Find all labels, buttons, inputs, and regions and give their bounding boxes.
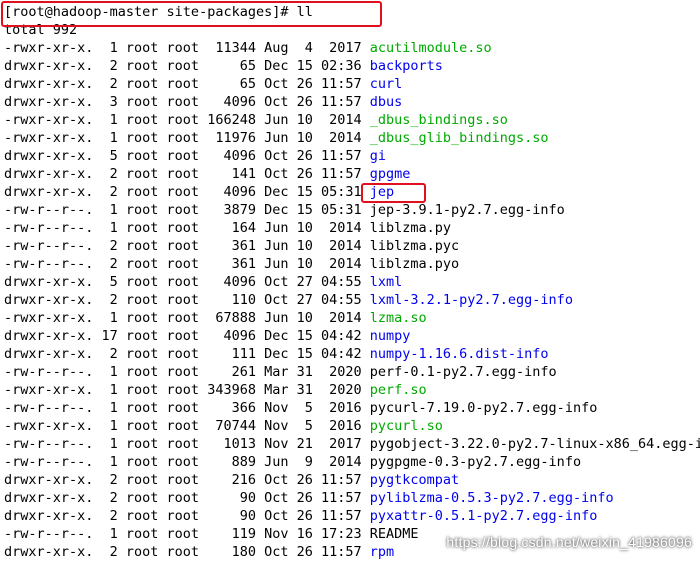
listing-row: -rw-r--r--. 2 root root 361 Jun 10 2014 … [4,255,459,273]
listing-row: -rwxr-xr-x. 1 root root 166248 Jun 10 20… [4,111,508,129]
file-name: _dbus_glib_bindings.so [369,130,549,146]
row-metadata: -rwxr-xr-x. 1 root root 70744 Nov 5 2016 [4,418,370,434]
file-name: jep-3.9.1-py2.7.egg-info [369,202,565,218]
row-metadata: -rw-r--r--. 2 root root 361 Jun 10 2014 [4,256,370,272]
listing-row: drwxr-xr-x. 5 root root 4096 Oct 26 11:5… [4,147,386,165]
row-metadata: -rwxr-xr-x. 1 root root 166248 Jun 10 20… [4,112,370,128]
file-name: jep [369,184,395,200]
file-name: liblzma.pyo [369,256,460,272]
row-metadata: drwxr-xr-x. 2 root root 141 Oct 26 11:57 [4,166,370,182]
listing-row: drwxr-xr-x. 2 root root 90 Oct 26 11:57 … [4,489,614,507]
listing-row: drwxr-xr-x. 3 root root 4096 Oct 26 11:5… [4,93,402,111]
file-name: README [369,526,419,542]
listing-row: -rw-r--r--. 1 root root 164 Jun 10 2014 … [4,219,451,237]
row-metadata: -rw-r--r--. 1 root root 889 Jun 9 2014 [4,454,370,470]
row-metadata: -rw-r--r--. 1 root root 366 Nov 5 2016 [4,400,370,416]
file-name: lxml [369,274,403,290]
listing-row: -rwxr-xr-x. 1 root root 67888 Jun 10 201… [4,309,427,327]
listing-row: drwxr-xr-x. 2 root root 216 Oct 26 11:57… [4,471,459,489]
file-name: pygpgme-0.3-py2.7.egg-info [369,454,582,470]
file-name: backports [369,58,443,74]
row-metadata: -rw-r--r--. 1 root root 119 Nov 16 17:23 [4,526,370,542]
file-name: pyliblzma-0.5.3-py2.7.egg-info [369,490,614,506]
row-metadata: drwxr-xr-x. 17 root root 4096 Dec 15 04:… [4,328,370,344]
listing-row: drwxr-xr-x. 17 root root 4096 Dec 15 04:… [4,327,410,345]
row-metadata: drwxr-xr-x. 2 root root 110 Oct 27 04:55 [4,292,370,308]
row-metadata: -rw-r--r--. 1 root root 164 Jun 10 2014 [4,220,370,236]
listing-row: -rw-r--r--. 1 root root 366 Nov 5 2016 p… [4,399,597,417]
listing-row: -rwxr-xr-x. 1 root root 343968 Mar 31 20… [4,381,427,399]
file-name: perf.so [369,382,427,398]
file-name: numpy-1.16.6.dist-info [369,346,549,362]
listing-row: -rwxr-xr-x. 1 root root 70744 Nov 5 2016… [4,417,443,435]
file-name: liblzma.py [369,220,452,236]
file-name: curl [369,76,403,92]
listing-row: -rw-r--r--. 1 root root 1013 Nov 21 2017… [4,435,700,453]
listing-row: drwxr-xr-x. 5 root root 4096 Oct 27 04:5… [4,273,402,291]
file-name: dbus [369,94,403,110]
file-name: numpy [369,328,411,344]
row-metadata: -rw-r--r--. 1 root root 261 Mar 31 2020 [4,364,370,380]
row-metadata: -rwxr-xr-x. 1 root root 343968 Mar 31 20… [4,382,370,398]
listing-row: -rw-r--r--. 1 root root 889 Jun 9 2014 p… [4,453,581,471]
file-name: pyxattr-0.5.1-py2.7.egg-info [369,508,598,524]
row-metadata: -rwxr-xr-x. 1 root root 11344 Aug 4 2017 [4,40,370,56]
row-metadata: drwxr-xr-x. 2 root root 111 Dec 15 04:42 [4,346,370,362]
listing-row: drwxr-xr-x. 2 root root 90 Oct 26 11:57 … [4,507,597,525]
row-metadata: drwxr-xr-x. 5 root root 4096 Oct 27 04:5… [4,274,370,290]
listing-row: -rw-r--r--. 2 root root 361 Jun 10 2014 … [4,237,459,255]
listing-row: drwxr-xr-x. 2 root root 111 Dec 15 04:42… [4,345,549,363]
listing-row: drwxr-xr-x. 2 root root 4096 Dec 15 05:3… [4,183,394,201]
terminal-window[interactable]: [root@hadoop-master site-packages]# ll t… [0,0,700,562]
file-name: pygobject-3.22.0-py2.7-linux-x86_64.egg-… [369,436,700,452]
listing-row: drwxr-xr-x. 2 root root 65 Dec 15 02:36 … [4,57,443,75]
command-prompt-line: [root@hadoop-master site-packages]# ll [4,4,313,20]
file-name: rpm [369,544,395,560]
row-metadata: drwxr-xr-x. 2 root root 216 Oct 26 11:57 [4,472,370,488]
row-metadata: -rw-r--r--. 1 root root 3879 Dec 15 05:3… [4,202,370,218]
listing-row: drwxr-xr-x. 2 root root 65 Oct 26 11:57 … [4,75,402,93]
file-name: pycurl.so [369,418,443,434]
listing-row: drwxr-xr-x. 2 root root 180 Oct 26 11:57… [4,543,394,561]
watermark-text: https://blog.csdn.net/weixin_41986096 [446,534,692,550]
listing-row: -rw-r--r--. 1 root root 261 Mar 31 2020 … [4,363,557,381]
file-name: liblzma.pyc [369,238,460,254]
row-metadata: drwxr-xr-x. 2 root root 65 Oct 26 11:57 [4,76,370,92]
row-metadata: -rwxr-xr-x. 1 root root 11976 Jun 10 201… [4,130,370,146]
row-metadata: drwxr-xr-x. 2 root root 90 Oct 26 11:57 [4,490,370,506]
row-metadata: drwxr-xr-x. 5 root root 4096 Oct 26 11:5… [4,148,370,164]
row-metadata: drwxr-xr-x. 3 root root 4096 Oct 26 11:5… [4,94,370,110]
row-metadata: -rwxr-xr-x. 1 root root 67888 Jun 10 201… [4,310,370,326]
file-name: lxml-3.2.1-py2.7.egg-info [369,292,573,308]
listing-row: -rw-r--r--. 1 root root 119 Nov 16 17:23… [4,525,419,543]
row-metadata: drwxr-xr-x. 2 root root 90 Oct 26 11:57 [4,508,370,524]
row-metadata: -rw-r--r--. 1 root root 1013 Nov 21 2017 [4,436,370,452]
listing-row: drwxr-xr-x. 2 root root 110 Oct 27 04:55… [4,291,573,309]
file-name: pycurl-7.19.0-py2.7.egg-info [369,400,598,416]
listing-row: -rwxr-xr-x. 1 root root 11344 Aug 4 2017… [4,39,492,57]
file-name: gi [369,148,387,164]
file-name: gpgme [369,166,411,182]
row-metadata: drwxr-xr-x. 2 root root 65 Dec 15 02:36 [4,58,370,74]
file-name: acutilmodule.so [369,40,492,56]
row-metadata: -rw-r--r--. 2 root root 361 Jun 10 2014 [4,238,370,254]
total-line: total 992 [4,22,78,38]
file-name: _dbus_bindings.so [369,112,508,128]
file-name: lzma.so [369,310,427,326]
row-metadata: drwxr-xr-x. 2 root root 180 Oct 26 11:57 [4,544,370,560]
file-name: perf-0.1-py2.7.egg-info [369,364,557,380]
file-name: pygtkcompat [369,472,460,488]
row-metadata: drwxr-xr-x. 2 root root 4096 Dec 15 05:3… [4,184,370,200]
listing-row: drwxr-xr-x. 2 root root 141 Oct 26 11:57… [4,165,410,183]
listing-row: -rw-r--r--. 1 root root 3879 Dec 15 05:3… [4,201,565,219]
listing-row: -rwxr-xr-x. 1 root root 11976 Jun 10 201… [4,129,549,147]
